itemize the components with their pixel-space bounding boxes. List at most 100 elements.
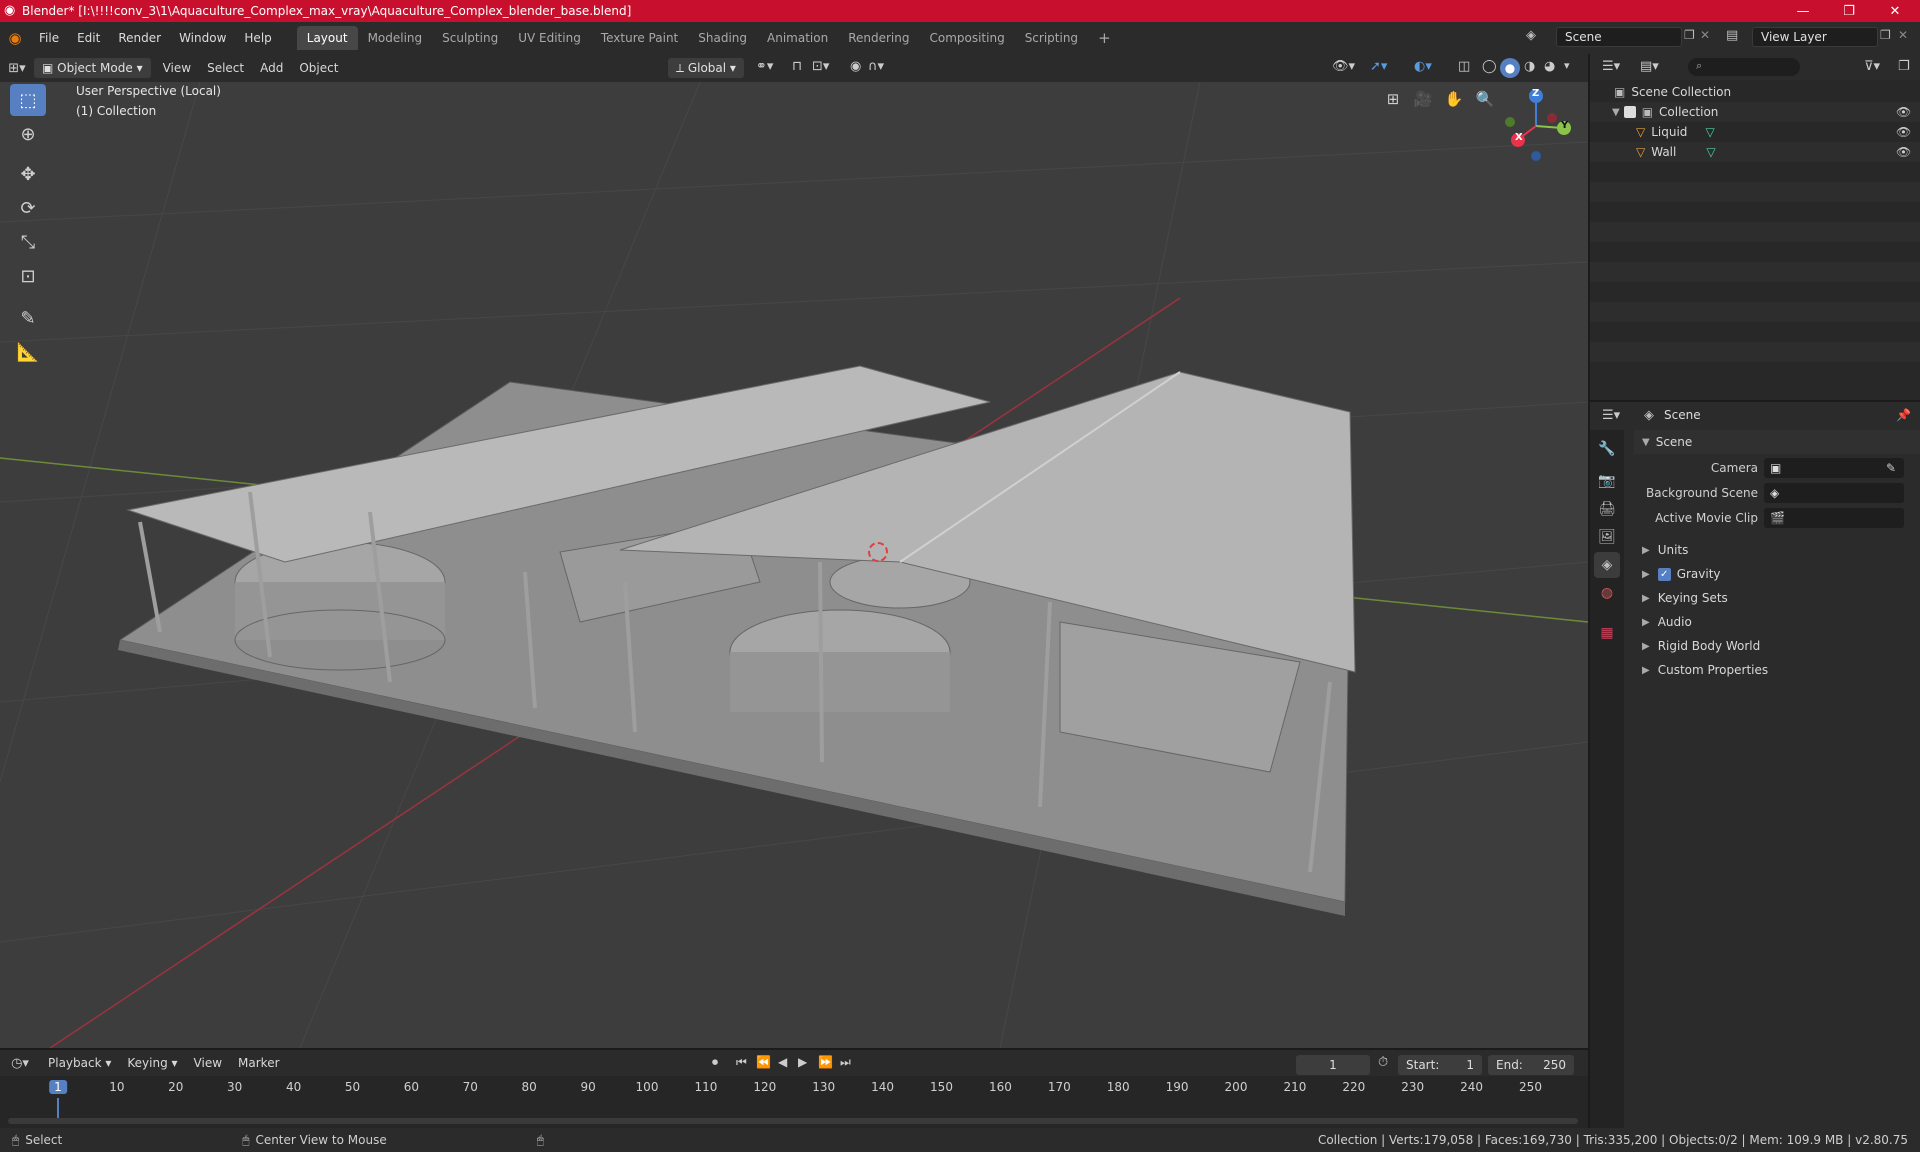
menu-edit[interactable]: Edit bbox=[68, 22, 109, 54]
falloff-icon[interactable]: ∩▾ bbox=[868, 59, 884, 74]
display-mode-icon[interactable]: ▤▾ bbox=[1640, 59, 1659, 74]
exclude-checkbox[interactable] bbox=[1623, 106, 1636, 118]
outliner-search-input[interactable]: ⌕ bbox=[1688, 58, 1800, 76]
new-scene-icon[interactable]: ❐ bbox=[1684, 28, 1695, 42]
filter-icon[interactable]: ⊽▾ bbox=[1864, 59, 1880, 74]
record-icon[interactable]: ⏺ bbox=[712, 1055, 718, 1070]
menu-window[interactable]: Window bbox=[170, 22, 235, 54]
new-collection-icon[interactable]: ❐ bbox=[1898, 59, 1910, 74]
gravity-panel-header[interactable]: ▶ ✓ Gravity bbox=[1634, 562, 1920, 586]
prev-keyframe-icon[interactable]: ⏪ bbox=[756, 1055, 771, 1069]
minimize-button[interactable]: — bbox=[1780, 0, 1826, 22]
outliner-row-liquid[interactable]: ▽ Liquid ▽ 👁 bbox=[1590, 122, 1920, 142]
camera-view-icon[interactable]: 🎥 bbox=[1410, 86, 1436, 112]
tab-sculpting[interactable]: Sculpting bbox=[432, 26, 508, 50]
overlay-toggle-icon[interactable]: ◐▾ bbox=[1414, 59, 1432, 74]
units-panel-header[interactable]: ▶ Units bbox=[1634, 538, 1920, 562]
xray-icon[interactable]: ◫ bbox=[1458, 59, 1470, 74]
start-frame-field[interactable]: Start: 1 bbox=[1398, 1055, 1482, 1075]
add-workspace-button[interactable]: + bbox=[1088, 26, 1121, 50]
pivot-icon[interactable]: ⚭▾ bbox=[756, 59, 773, 74]
active-movie-clip-field[interactable]: 🎬 bbox=[1764, 508, 1904, 528]
proportional-edit-icon[interactable]: ◉ bbox=[850, 59, 861, 74]
keying-sets-panel-header[interactable]: ▶ Keying Sets bbox=[1634, 586, 1920, 610]
cursor-tool[interactable]: ⊕ bbox=[10, 118, 46, 150]
menu-object[interactable]: Object bbox=[291, 58, 346, 78]
3d-viewport[interactable]: User Perspective (Local) (1) Collection … bbox=[0, 82, 1588, 1048]
delete-view-layer-icon[interactable]: ✕ bbox=[1898, 28, 1908, 42]
snap-icon[interactable]: ⊓ bbox=[792, 59, 802, 74]
outliner-row-scene-collection[interactable]: ▣ Scene Collection bbox=[1590, 82, 1920, 102]
outliner-row-wall[interactable]: ▽ Wall ▽ 👁 bbox=[1590, 142, 1920, 162]
wireframe-shading-icon[interactable]: ◯ bbox=[1482, 59, 1497, 74]
tab-layout[interactable]: Layout bbox=[296, 26, 358, 50]
tab-animation[interactable]: Animation bbox=[757, 26, 838, 50]
tool-properties-tab[interactable]: 🔧 bbox=[1594, 436, 1620, 462]
custom-properties-panel-header[interactable]: ▶ Custom Properties bbox=[1634, 658, 1920, 682]
timeline-editor-type-icon[interactable]: ◷▾ bbox=[0, 1056, 40, 1071]
tab-scripting[interactable]: Scripting bbox=[1015, 26, 1088, 50]
world-properties-tab[interactable]: ◍ bbox=[1594, 580, 1620, 606]
view-layer-icon[interactable]: ▤ bbox=[1726, 28, 1738, 43]
gizmo-toggle-icon[interactable]: ➚▾ bbox=[1370, 59, 1387, 74]
rendered-shading-icon[interactable]: ◕ bbox=[1544, 59, 1555, 74]
background-scene-field[interactable]: ◈ bbox=[1764, 483, 1904, 503]
camera-field[interactable]: ▣ ✎ bbox=[1764, 458, 1904, 478]
timeline-body[interactable]: 1 10 20 30 40 50 60 70 80 90 100 110 120 130 140 150 160… bbox=[0, 1076, 1588, 1128]
select-box-tool[interactable]: ⬚ bbox=[10, 84, 46, 116]
outliner-row-collection[interactable]: ▼ ▣ Collection 👁 bbox=[1590, 102, 1920, 122]
menu-select[interactable]: Select bbox=[199, 58, 252, 78]
measure-tool[interactable]: 📐 bbox=[10, 336, 46, 368]
menu-render[interactable]: Render bbox=[109, 22, 170, 54]
menu-playback[interactable]: Playback ▾ bbox=[40, 1053, 119, 1073]
editor-type-icon[interactable]: ⊞▾ bbox=[0, 61, 34, 76]
menu-add[interactable]: Add bbox=[252, 58, 291, 78]
transform-orientation-dropdown[interactable]: ⟂ Global ▾ bbox=[668, 58, 744, 78]
zoom-icon[interactable]: 🔍 bbox=[1472, 86, 1498, 112]
play-reverse-icon[interactable]: ◀ bbox=[778, 1055, 787, 1069]
render-properties-tab[interactable]: 📷 bbox=[1594, 468, 1620, 494]
eyedropper-icon[interactable]: ✎ bbox=[1886, 461, 1896, 475]
jump-end-icon[interactable]: ⏭ bbox=[840, 1055, 851, 1070]
tab-texture-paint[interactable]: Texture Paint bbox=[591, 26, 688, 50]
visibility-icon[interactable]: 👁▾ bbox=[1332, 59, 1355, 74]
output-properties-tab[interactable]: 🖨 bbox=[1594, 496, 1620, 522]
tab-rendering[interactable]: Rendering bbox=[838, 26, 919, 50]
view-layer-properties-tab[interactable]: 🖼 bbox=[1594, 524, 1620, 550]
scene-icon[interactable]: ◈ bbox=[1526, 28, 1536, 43]
play-icon[interactable]: ▶ bbox=[798, 1055, 807, 1069]
move-tool[interactable]: ✥ bbox=[10, 158, 46, 190]
new-view-layer-icon[interactable]: ❐ bbox=[1880, 28, 1891, 42]
menu-help[interactable]: Help bbox=[235, 22, 280, 54]
audio-panel-header[interactable]: ▶ Audio bbox=[1634, 610, 1920, 634]
current-frame-field[interactable]: 1 bbox=[1296, 1055, 1370, 1075]
scene-selector[interactable]: Scene bbox=[1556, 27, 1682, 47]
mode-dropdown[interactable]: ▣ Object Mode ▾ bbox=[34, 58, 151, 78]
properties-editor-type-icon[interactable]: ☰▾ bbox=[1602, 408, 1620, 423]
scene-properties-tab[interactable]: ◈ bbox=[1594, 552, 1620, 578]
view-layer-selector[interactable]: View Layer bbox=[1752, 27, 1878, 47]
gravity-checkbox[interactable]: ✓ bbox=[1657, 567, 1671, 581]
delete-scene-icon[interactable]: ✕ bbox=[1700, 28, 1710, 42]
shading-options-icon[interactable]: ▾ bbox=[1564, 59, 1570, 72]
menu-view[interactable]: View bbox=[155, 58, 199, 78]
menu-keying[interactable]: Keying ▾ bbox=[119, 1053, 185, 1073]
blender-menu-icon[interactable]: ◉ bbox=[0, 29, 30, 47]
rigid-body-world-panel-header[interactable]: ▶ Rigid Body World bbox=[1634, 634, 1920, 658]
maximize-button[interactable]: ❐ bbox=[1826, 0, 1872, 22]
next-keyframe-icon[interactable]: ⏩ bbox=[818, 1055, 833, 1069]
scene-panel-header[interactable]: ▼ Scene bbox=[1634, 430, 1920, 454]
end-frame-field[interactable]: End: 250 bbox=[1488, 1055, 1574, 1075]
tab-uv-editing[interactable]: UV Editing bbox=[508, 26, 591, 50]
menu-file[interactable]: File bbox=[30, 22, 68, 54]
close-window-button[interactable]: ✕ bbox=[1872, 0, 1918, 22]
menu-marker[interactable]: Marker bbox=[230, 1053, 287, 1073]
eye-icon[interactable]: 👁 bbox=[1896, 105, 1911, 119]
solid-shading-icon[interactable]: ● bbox=[1500, 58, 1520, 78]
material-shading-icon[interactable]: ◑ bbox=[1524, 59, 1535, 74]
transform-tool[interactable]: ⊡ bbox=[10, 260, 46, 292]
snap-target-icon[interactable]: ⊡▾ bbox=[812, 59, 829, 74]
expand-arrow-icon[interactable]: ▼ bbox=[1612, 107, 1620, 118]
tab-modeling[interactable]: Modeling bbox=[358, 26, 433, 50]
pan-hand-icon[interactable]: ✋ bbox=[1441, 86, 1467, 112]
